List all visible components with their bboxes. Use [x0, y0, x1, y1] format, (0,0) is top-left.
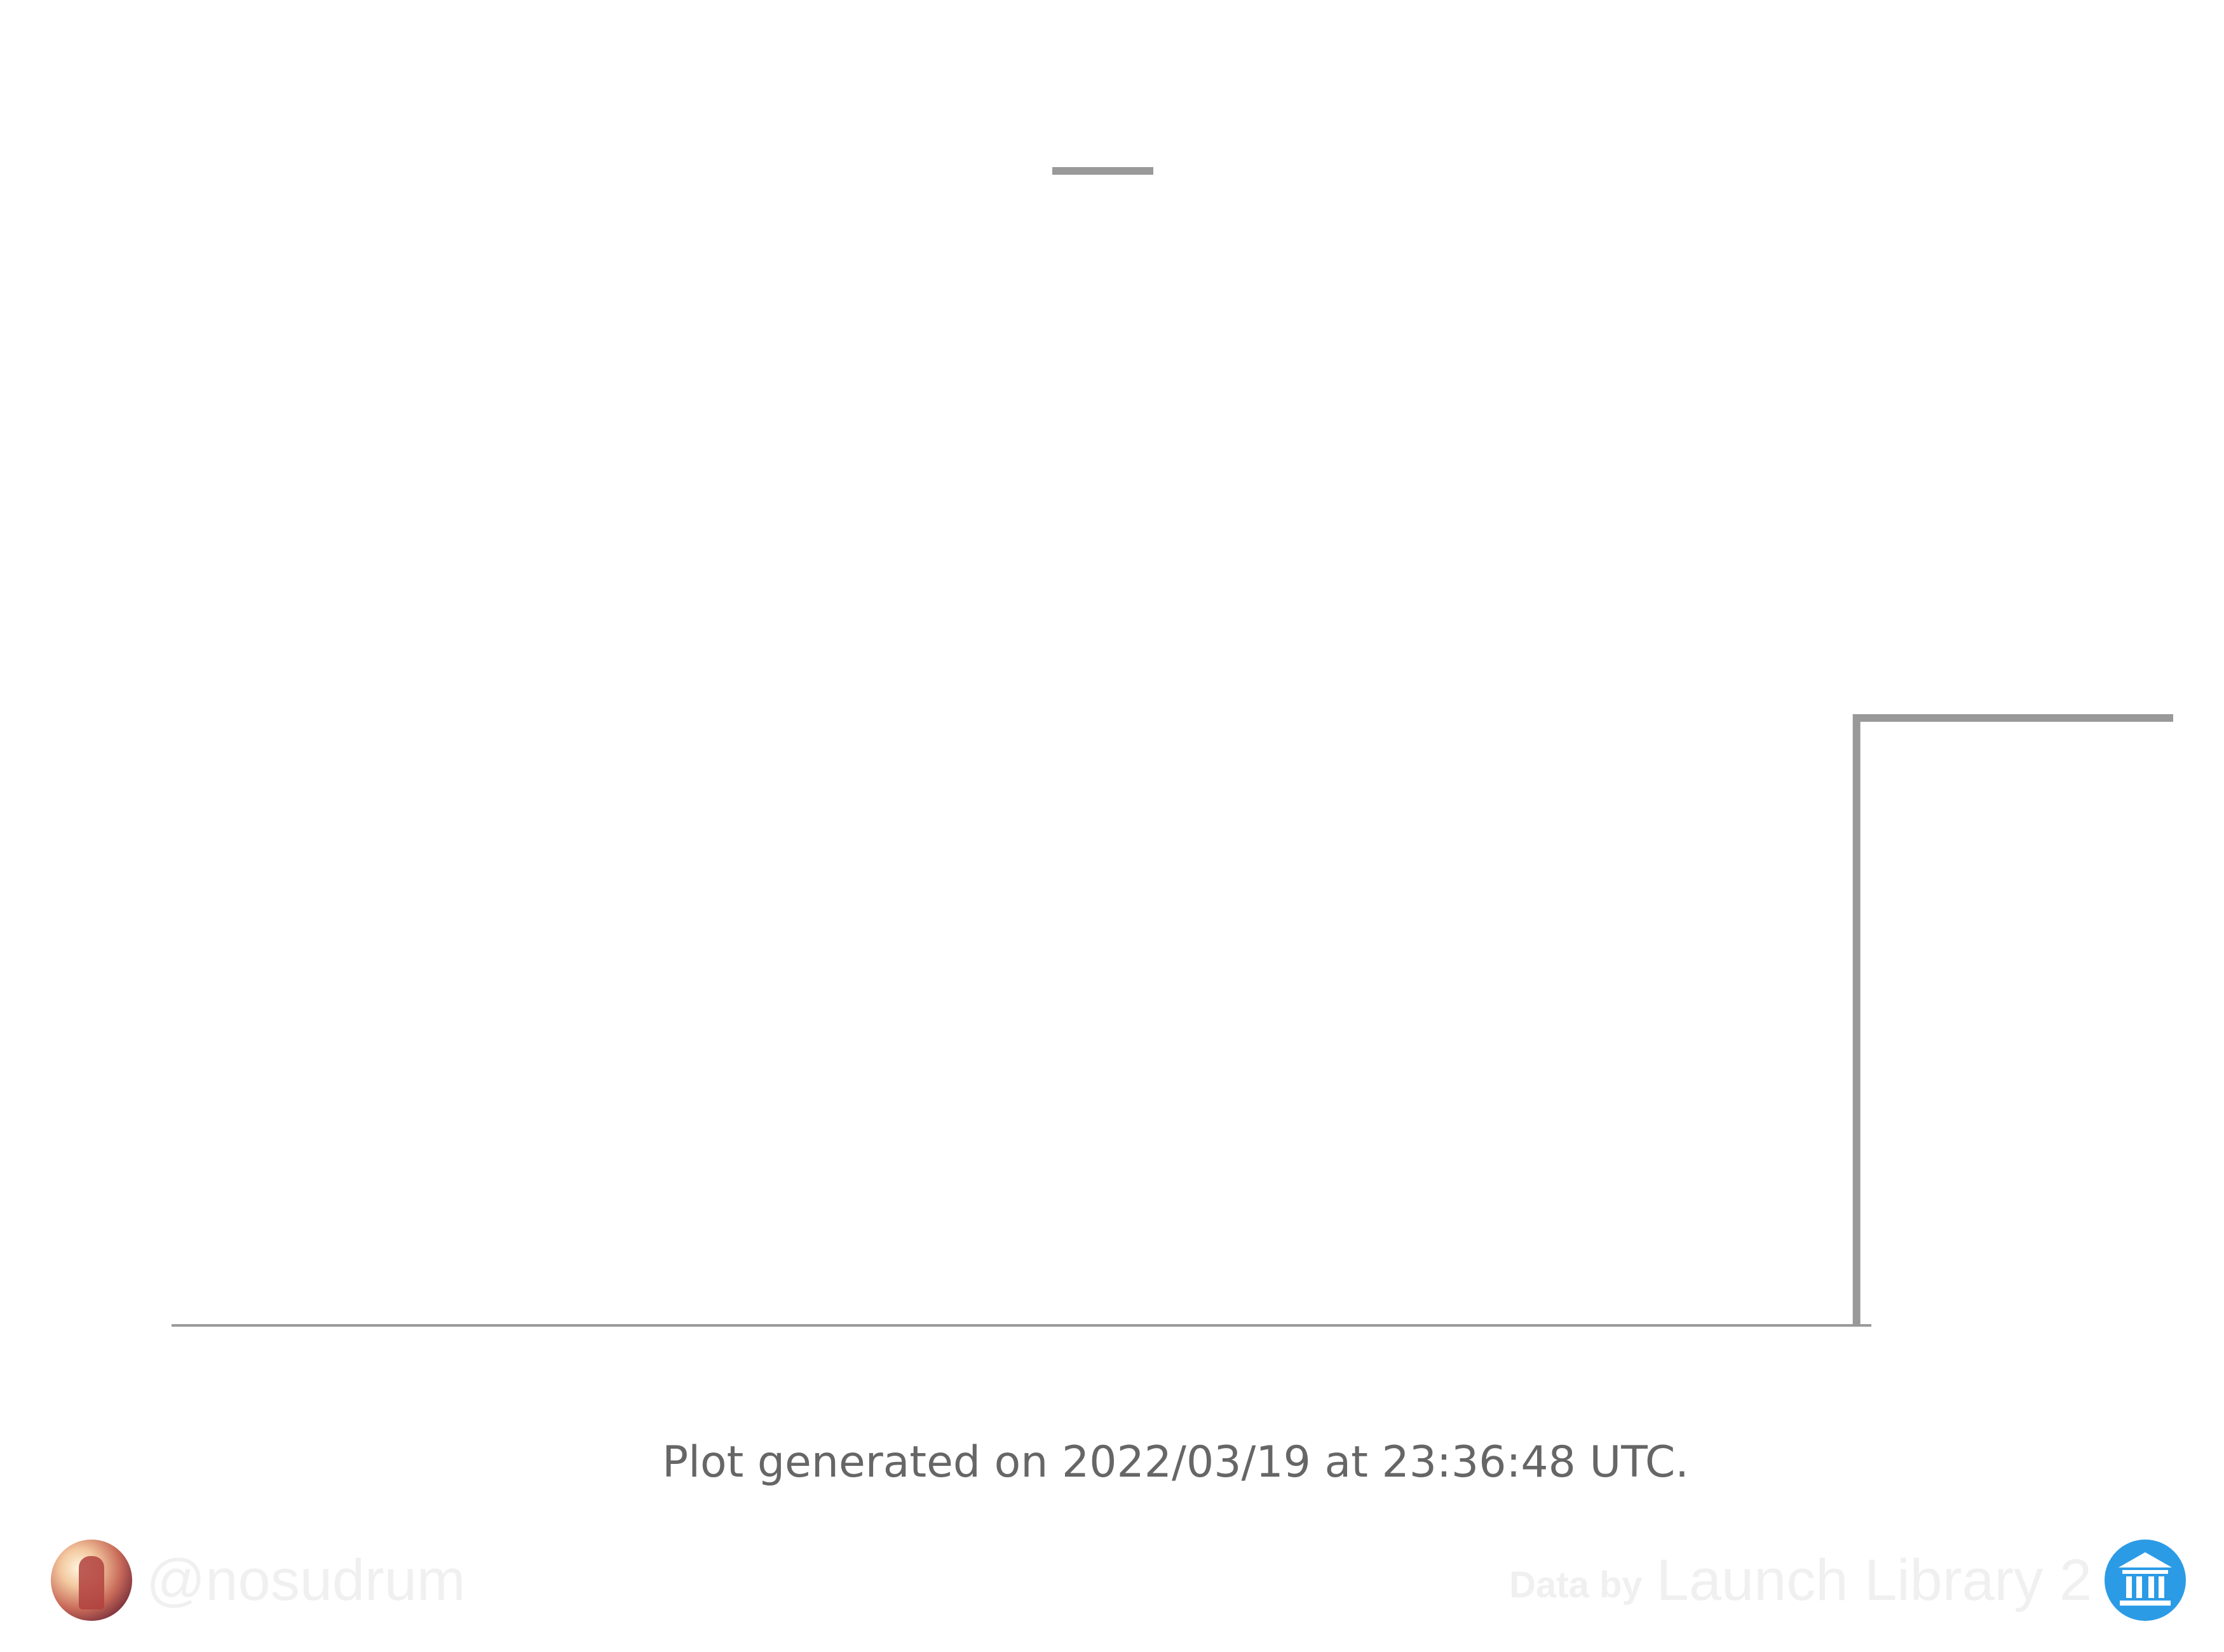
step-chart [172, 167, 2173, 1327]
plot-generated-note: Plot generated on 2022/03/19 at 23:36:48… [662, 1437, 1689, 1487]
astronaut-avatar-icon [51, 1540, 132, 1621]
credit-prefix: Data by [1509, 1564, 1643, 1606]
launch-library-logo-icon [2105, 1540, 2186, 1621]
author-handle: @nosudrum [146, 1547, 466, 1613]
author-credit: @nosudrum [51, 1539, 466, 1622]
series-step-line [1852, 714, 2173, 1325]
data-credit: Data by Launch Library 2 [1509, 1539, 2186, 1622]
credit-source: Launch Library 2 [1656, 1547, 2092, 1613]
series-layer [1852, 714, 2173, 1325]
